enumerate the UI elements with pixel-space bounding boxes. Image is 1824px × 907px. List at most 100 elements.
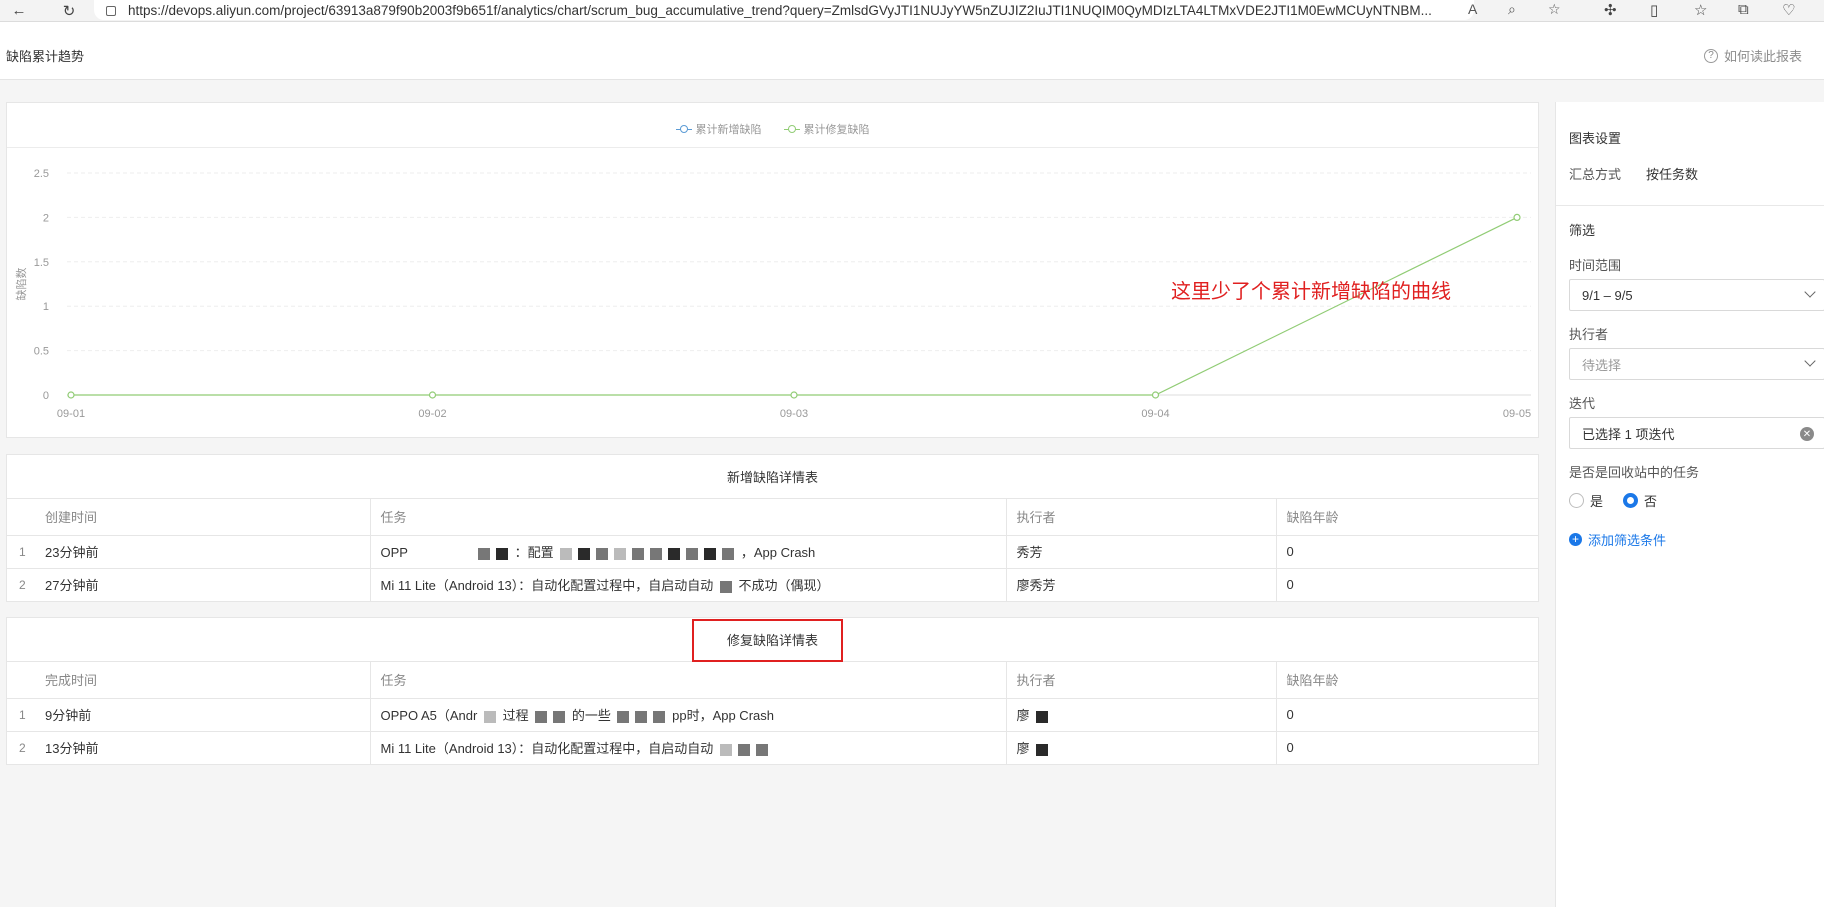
back-icon[interactable]: ← <box>8 0 30 22</box>
x-tick-label: 09-03 <box>780 408 808 420</box>
row-index: 2 <box>19 740 26 755</box>
task-text-start[interactable]: Mi 11 Lite（Android 13）：自动化配置过程中，自启动自动 <box>381 741 714 756</box>
column-header[interactable]: 创建时间 <box>37 499 371 536</box>
row-index: 1 <box>7 698 37 732</box>
table-header-row: 创建时间 任务 执行者 缺陷年龄 <box>7 499 1538 536</box>
task-text-mid[interactable]: 不成功（偶现） <box>739 578 830 593</box>
row-index: 1 <box>7 535 37 569</box>
chevron-down-icon <box>1804 355 1816 367</box>
task-text-mid[interactable]: ：配置 <box>515 545 554 560</box>
row-index: 2 <box>19 577 26 592</box>
task-cell[interactable]: Mi 11 Lite（Android 13）：自动化配置过程中，自启动自动 <box>370 731 1007 764</box>
column-header[interactable]: 缺陷年龄 <box>1276 499 1538 536</box>
created-time: 27分钟前 <box>37 568 371 601</box>
task-cell[interactable]: OPPO A5（Andr 过程 的一些 pp时，App Crash <box>370 698 1007 732</box>
task-cell[interactable]: OPP ：配置 ，App Crash <box>370 535 1007 569</box>
radio-no[interactable] <box>1623 493 1639 508</box>
split-screen-icon[interactable]: ▯ <box>1650 1 1658 19</box>
favorite-star-icon[interactable]: ☆ <box>1548 1 1561 18</box>
clear-icon[interactable]: ✕ <box>1800 427 1814 441</box>
chart-settings-title: 图表设置 <box>1569 131 1622 146</box>
created-time: 23分钟前 <box>37 535 371 569</box>
redaction-block <box>1036 710 1049 723</box>
browser-essentials-icon[interactable]: ♡ <box>1782 1 1795 19</box>
index-header <box>7 499 37 536</box>
redaction-block <box>755 743 768 756</box>
new-defects-title: 新增缺陷详情表 <box>7 455 1538 499</box>
redaction-block <box>653 710 666 723</box>
column-header[interactable]: 缺陷年龄 <box>1276 662 1538 699</box>
task-text-start[interactable]: OPPO A5（Andr <box>381 708 478 723</box>
new-defects-table: 创建时间 任务 执行者 缺陷年龄 1 23分钟前 OPP ：配置 ，App Cr… <box>7 499 1538 601</box>
column-header[interactable]: 任务 <box>370 662 1007 699</box>
task-text-start[interactable]: Mi 11 Lite（Android 13）：自动化配置过程中，自启动自动 <box>381 578 714 593</box>
lock-icon <box>106 6 116 16</box>
table-header-row: 完成时间 任务 执行者 缺陷年龄 <box>7 662 1538 699</box>
url-text[interactable]: https://devops.aliyun.com/project/63913a… <box>128 3 1458 18</box>
task-text-start[interactable]: OPP <box>381 545 408 560</box>
executor-select[interactable]: 待选择 <box>1569 348 1824 380</box>
summary-label: 汇总方式 <box>1569 167 1622 182</box>
recycle-label: 是否是回收站中的任务 <box>1569 465 1700 480</box>
time-range-select[interactable]: 9/1 – 9/5 <box>1569 279 1824 311</box>
task-text-end[interactable]: 的一些 <box>572 708 611 723</box>
help-link-label: 如何读此报表 <box>1723 49 1802 64</box>
radio-yes-label[interactable]: 是 <box>1590 491 1603 510</box>
zoom-icon[interactable]: ⌕ <box>1508 1 1516 18</box>
panel-divider <box>1556 205 1824 206</box>
y-tick-label: 0.5 <box>34 346 49 358</box>
redaction-block <box>483 710 496 723</box>
radio-no-label[interactable]: 否 <box>1644 491 1657 510</box>
task-text-mid[interactable]: 过程 <box>503 708 529 723</box>
completed-time: 13分钟前 <box>37 731 371 764</box>
defect-age: 0 <box>1286 740 1294 756</box>
page-header: 缺陷累计趋势 ? 如何读此报表 <box>0 22 1824 80</box>
redaction-block <box>737 743 750 756</box>
iteration-value: 已选择 1 项迭代 <box>1582 426 1675 442</box>
redaction-block <box>719 580 732 593</box>
favorites-icon[interactable]: ☆ <box>1694 1 1707 19</box>
collections-icon[interactable]: ⧉ <box>1738 1 1749 18</box>
task-text-end[interactable]: ，App Crash <box>741 545 815 560</box>
read-aloud-icon[interactable]: A <box>1468 1 1477 17</box>
extensions-icon[interactable]: ✣ <box>1604 1 1617 19</box>
redaction-block <box>495 547 508 560</box>
redaction-block <box>560 547 573 560</box>
task-text-tail[interactable]: pp时，App Crash <box>672 708 774 723</box>
plus-icon: + <box>1569 533 1582 546</box>
y-tick-label: 1.5 <box>34 257 49 269</box>
y-tick-label: 2.5 <box>34 168 49 180</box>
data-point <box>1513 213 1521 222</box>
table-row[interactable]: 1 9分钟前 OPPO A5（Andr 过程 的一些 pp时，App Crash… <box>7 698 1538 732</box>
redaction-block <box>1036 743 1049 756</box>
redaction-block <box>704 547 717 560</box>
defect-age: 0 <box>1276 535 1538 569</box>
redaction-block <box>596 547 609 560</box>
redaction-block <box>719 743 732 756</box>
refresh-icon[interactable]: ↻ <box>58 0 80 22</box>
redaction-block <box>632 547 645 560</box>
task-cell[interactable]: Mi 11 Lite（Android 13）：自动化配置过程中，自启动自动 不成… <box>370 568 1007 601</box>
executor: 廖秀芳 <box>1006 568 1277 601</box>
y-tick-label: 0 <box>43 390 49 402</box>
browser-toolbar: ← ↻ https://devops.aliyun.com/project/63… <box>0 0 1824 22</box>
help-link[interactable]: ? 如何读此报表 <box>1703 46 1802 65</box>
radio-yes[interactable] <box>1569 493 1584 508</box>
column-header[interactable]: 执行者 <box>1006 499 1277 536</box>
column-header[interactable]: 执行者 <box>1006 662 1277 699</box>
table-row[interactable]: 2 27分钟前 Mi 11 Lite（Android 13）：自动化配置过程中，… <box>7 568 1538 601</box>
time-range-label: 时间范围 <box>1569 258 1622 273</box>
chart-card: 累计新增缺陷 累计修复缺陷 0 0.5 1 1.5 2 2.5 09-01 09-02 09-0… <box>6 102 1539 438</box>
executor: 廖 <box>1006 698 1277 732</box>
table-row[interactable]: 1 23分钟前 OPP ：配置 ，App Crash 秀芳 0 <box>7 535 1538 569</box>
add-filter-button[interactable]: + 添加筛选条件 <box>1569 530 1666 549</box>
column-header[interactable]: 任务 <box>370 499 1007 536</box>
column-header[interactable]: 完成时间 <box>37 662 371 699</box>
table-row[interactable]: 2 13分钟前 Mi 11 Lite（Android 13）：自动化配置过程中，… <box>7 731 1538 764</box>
address-bar[interactable]: https://devops.aliyun.com/project/63913a… <box>94 0 1474 20</box>
redaction-block <box>617 710 630 723</box>
summary-value[interactable]: 按任务数 <box>1646 164 1698 183</box>
defect-age: 0 <box>1276 698 1538 732</box>
iteration-select[interactable]: 已选择 1 项迭代 ✕ <box>1569 417 1824 449</box>
annotation-text: 这里少了个累计新增缺陷的曲线 <box>1171 279 1451 303</box>
